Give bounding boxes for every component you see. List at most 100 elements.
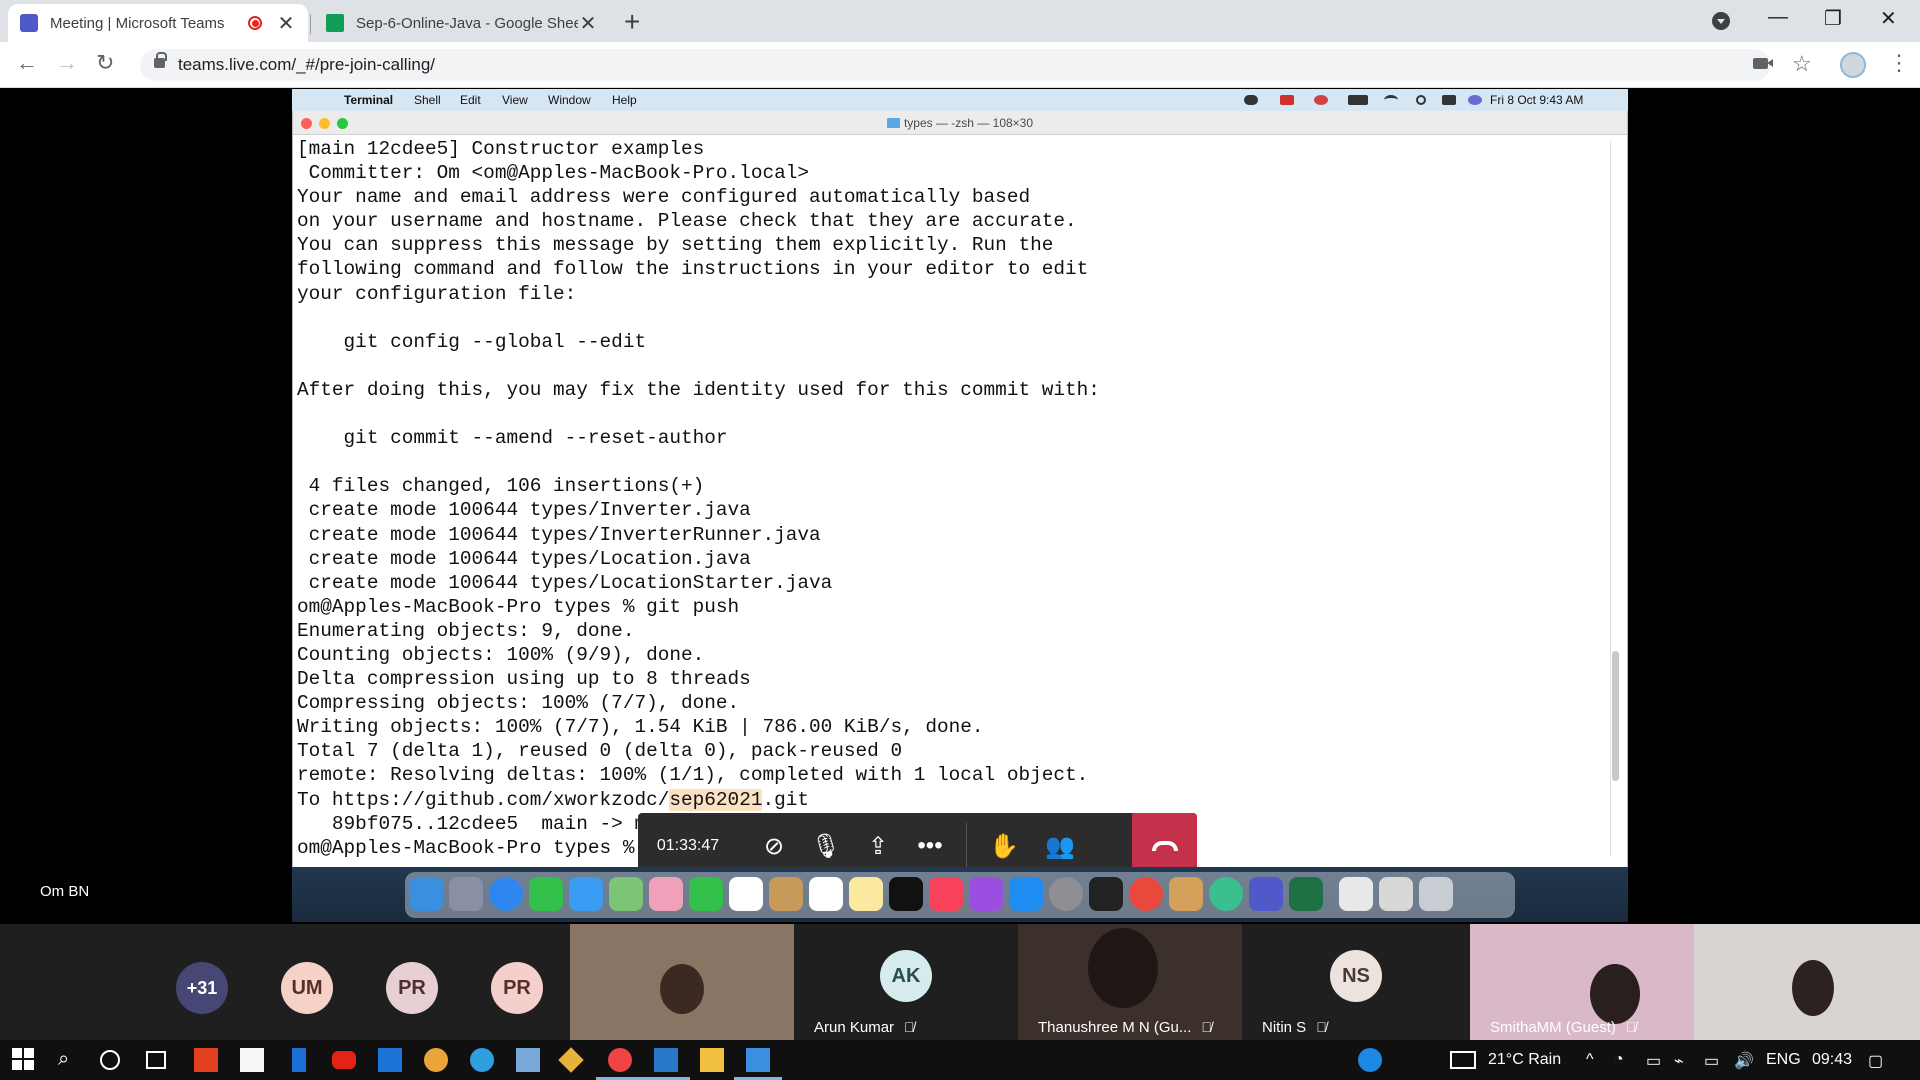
chrome-icon[interactable] <box>1129 877 1163 911</box>
participant-tile-smitha[interactable]: SmithaMM (Guest) 🎙̸ <box>1470 924 1694 1040</box>
menu-shell: Shell <box>414 93 441 107</box>
participant-avatar[interactable]: PR <box>386 962 438 1014</box>
mic-muted-icon: 🎙̸ <box>904 1019 915 1035</box>
apple-tv-icon[interactable] <box>889 877 923 911</box>
calendar-icon[interactable] <box>729 877 763 911</box>
app-icon[interactable] <box>516 1048 540 1072</box>
terminal-line: 4 files changed, 106 insertions(+) <box>297 475 705 498</box>
task-view-icon[interactable] <box>146 1051 166 1069</box>
participant-tile-nitin[interactable]: NS Nitin S 🎙̸ <box>1242 924 1470 1040</box>
participant-video <box>660 964 704 1014</box>
back-icon[interactable]: ← <box>16 50 38 76</box>
chrome-active-icon[interactable] <box>608 1048 632 1072</box>
documents-folder-icon[interactable] <box>1339 877 1373 911</box>
mic-muted-icon: 🎙̸ <box>1201 1019 1212 1035</box>
meet-now-icon[interactable]: ▭ <box>1646 1051 1661 1071</box>
photos-icon[interactable] <box>649 877 683 911</box>
mail-icon[interactable] <box>569 877 603 911</box>
tab-google-sheets[interactable]: Sep-6-Online-Java - Google Sheets ✕ <box>314 4 610 42</box>
scrollbar-thumb[interactable] <box>1612 651 1619 781</box>
terminal-icon[interactable] <box>1089 877 1123 911</box>
app-store-icon[interactable] <box>1009 877 1043 911</box>
facetime-icon[interactable] <box>689 877 723 911</box>
new-tab-icon[interactable]: + <box>624 6 640 38</box>
help-icon[interactable] <box>1358 1048 1382 1072</box>
forward-icon[interactable]: → <box>56 50 78 76</box>
volume-icon[interactable]: 🔊 <box>1734 1051 1754 1071</box>
close-tab-icon[interactable]: ✕ <box>276 11 296 36</box>
network-icon[interactable]: ◔ <box>1614 1051 1624 1069</box>
youtube-icon[interactable] <box>332 1051 356 1069</box>
chrome-app-icon[interactable] <box>424 1048 448 1072</box>
bookmark-star-icon[interactable]: ☆ <box>1792 51 1812 77</box>
terminal-line: Your name and email address were configu… <box>297 186 1031 209</box>
maps-icon[interactable] <box>609 877 643 911</box>
edge-icon[interactable] <box>470 1048 494 1072</box>
launchpad-icon[interactable] <box>449 877 483 911</box>
participant-video-tile[interactable] <box>570 924 794 1040</box>
language-indicator[interactable]: ENG <box>1766 1051 1801 1069</box>
participant-tile-arun[interactable]: AK Arun Kumar 🎙̸ <box>794 924 1018 1040</box>
restore-icon[interactable]: ❐ <box>1824 6 1842 31</box>
terminal-window: types — -zsh — 108×30 [main 12cdee5] Con… <box>292 111 1628 867</box>
system-preferences-icon[interactable] <box>1049 877 1083 911</box>
teams-dock-icon[interactable] <box>1249 877 1283 911</box>
recording-icon <box>248 16 262 30</box>
notes-icon[interactable] <box>849 877 883 911</box>
store-icon[interactable] <box>240 1048 264 1072</box>
close-tab-icon[interactable]: ✕ <box>578 11 598 36</box>
reload-icon[interactable]: ↻ <box>96 50 114 76</box>
participant-avatar[interactable]: UM <box>281 962 333 1014</box>
trash-icon[interactable] <box>1419 877 1453 911</box>
power-icon[interactable]: ▭ <box>1704 1051 1719 1071</box>
safari-icon[interactable] <box>489 877 523 911</box>
paint-icon[interactable] <box>746 1048 770 1072</box>
news-icon[interactable] <box>1450 1051 1476 1069</box>
terminal-line: on your username and hostname. Please ch… <box>297 210 1077 233</box>
more-participants-badge[interactable]: +31 <box>176 962 228 1014</box>
mail-app-icon[interactable] <box>378 1048 402 1072</box>
weather-text[interactable]: 21°C Rain <box>1488 1051 1561 1069</box>
participant-avatar[interactable]: PR <box>491 962 543 1014</box>
tab-teams-meeting[interactable]: Meeting | Microsoft Teams ✕ <box>8 4 308 42</box>
search-icon[interactable]: ⌕ <box>58 1048 82 1072</box>
camera-in-use-icon[interactable] <box>1753 58 1773 69</box>
finder-icon[interactable] <box>409 877 443 911</box>
document-icon[interactable] <box>292 1048 306 1072</box>
sublime-icon[interactable] <box>558 1047 584 1073</box>
messages-icon[interactable] <box>529 877 563 911</box>
tab-title: Sep-6-Online-Java - Google Sheets <box>356 14 578 32</box>
participant-video <box>1590 964 1640 1024</box>
window-close-icon[interactable]: ✕ <box>1880 6 1897 31</box>
terminal-line: Compressing objects: 100% (7/7), done. <box>297 692 740 715</box>
contacts-icon[interactable] <box>769 877 803 911</box>
gimp-icon[interactable] <box>1169 877 1203 911</box>
menu-window: Window <box>548 93 591 107</box>
terminal-output[interactable]: [main 12cdee5] Constructor examples Comm… <box>297 137 1597 860</box>
lock-icon <box>154 52 167 68</box>
notepad-icon[interactable] <box>654 1048 678 1072</box>
reminders-icon[interactable] <box>809 877 843 911</box>
cortana-icon[interactable] <box>100 1050 120 1070</box>
windows-start-icon[interactable] <box>12 1048 36 1072</box>
music-icon[interactable] <box>929 877 963 911</box>
clock[interactable]: 09:43 <box>1812 1051 1852 1069</box>
profile-avatar[interactable] <box>1840 52 1866 78</box>
excel-icon[interactable] <box>1289 877 1323 911</box>
notification-icon[interactable]: ▢ <box>1868 1051 1883 1071</box>
chevron-up-icon[interactable]: ^ <box>1586 1051 1594 1069</box>
chrome-menu-icon[interactable]: ⋮ <box>1888 50 1910 76</box>
tab-search-icon[interactable] <box>1712 12 1730 30</box>
participant-video-tile[interactable] <box>1694 924 1920 1040</box>
office-icon[interactable] <box>194 1048 218 1072</box>
file-explorer-icon[interactable] <box>700 1048 724 1072</box>
podcasts-icon[interactable] <box>969 877 1003 911</box>
menu-edit: Edit <box>460 93 481 107</box>
battery-icon <box>1348 95 1368 105</box>
address-bar[interactable]: teams.live.com/_#/pre-join-calling/ <box>140 49 1770 81</box>
minimize-icon[interactable]: — <box>1768 6 1788 29</box>
atom-icon[interactable] <box>1209 877 1243 911</box>
participant-tile-thanushree[interactable]: Thanushree M N (Gu... 🎙̸ <box>1018 924 1242 1040</box>
battery-saver-icon[interactable]: ⌁ <box>1674 1051 1684 1071</box>
downloads-folder-icon[interactable] <box>1379 877 1413 911</box>
